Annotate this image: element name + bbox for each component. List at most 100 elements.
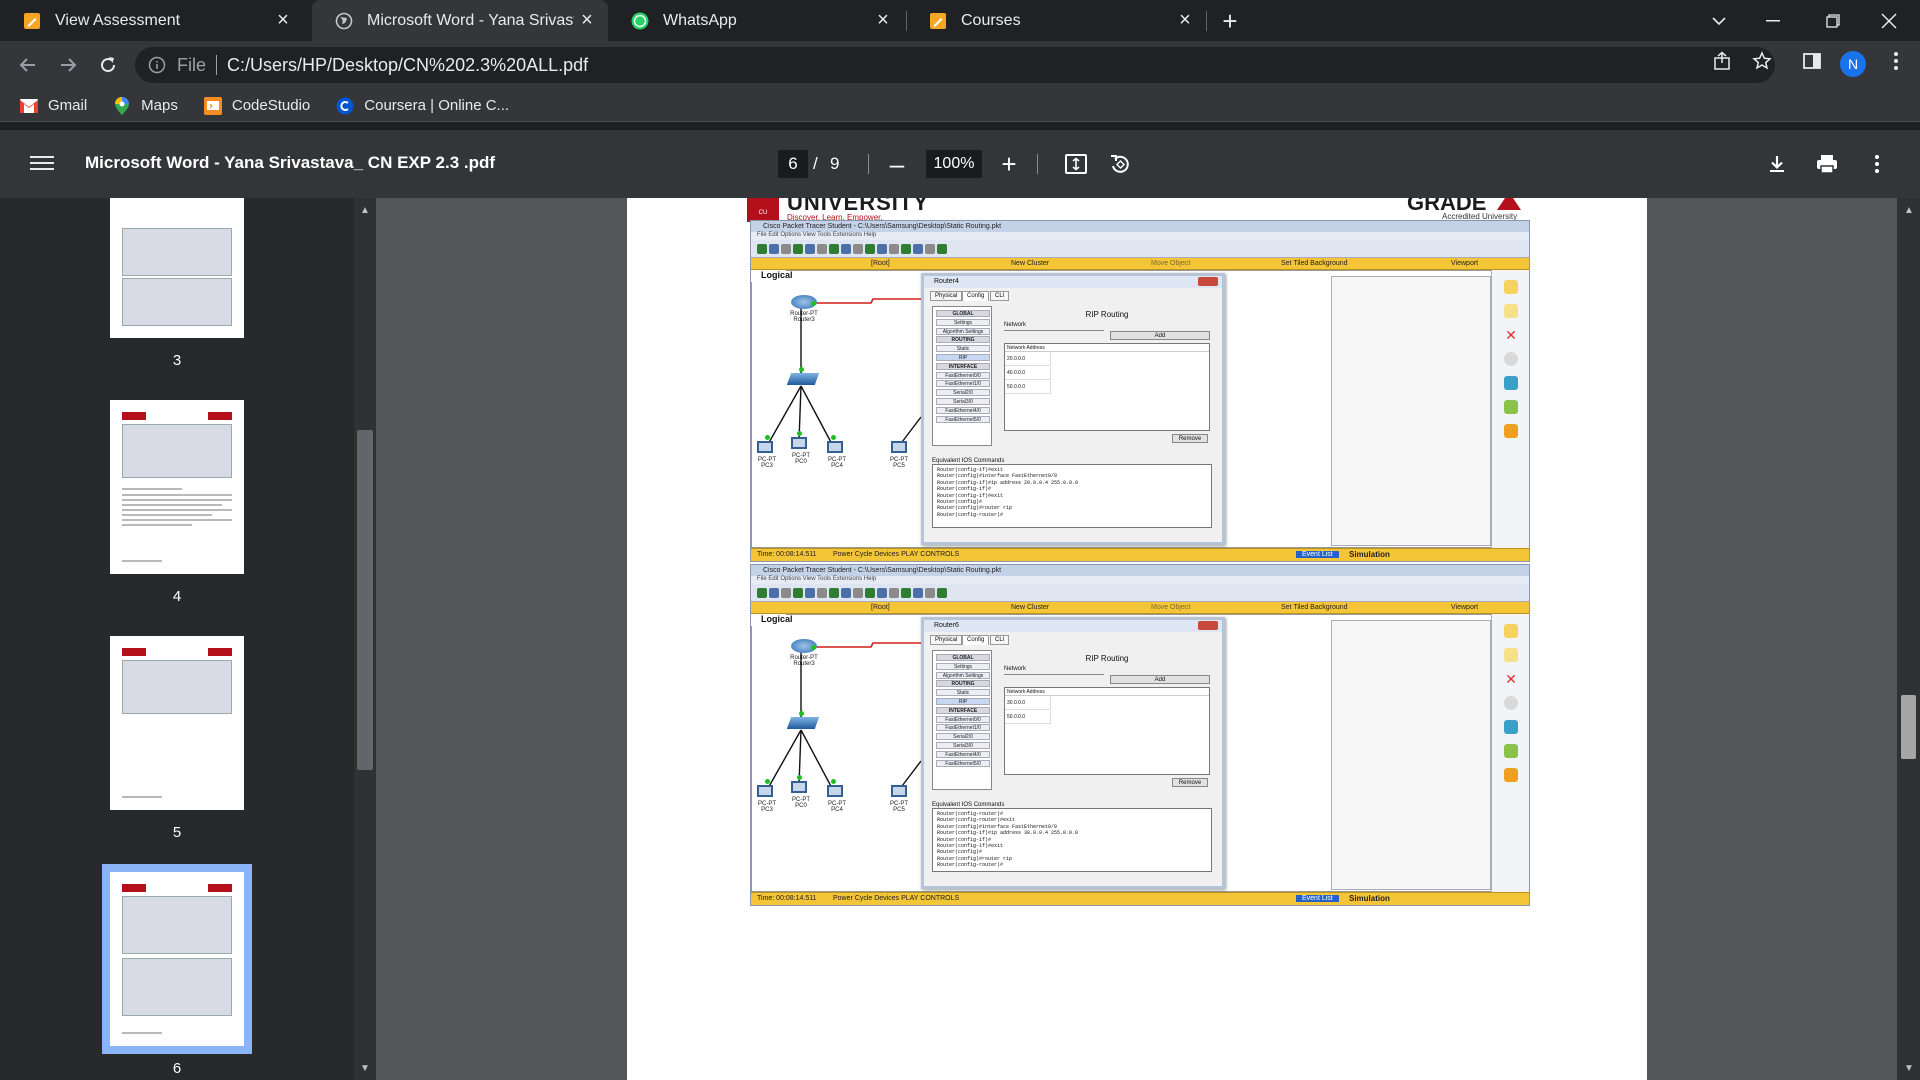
remove-button[interactable]: Remove (1172, 778, 1208, 787)
address-bar[interactable]: File C:/Users/HP/Desktop/CN%202.3%20ALL.… (135, 47, 1775, 83)
pdf-viewer[interactable]: CU UNIVERSITY Discover. Learn. Empower. … (376, 198, 1897, 1080)
zoom-level-input[interactable]: 100% (926, 150, 982, 178)
rotate-icon[interactable] (1106, 150, 1134, 178)
config-menu-item[interactable]: FastEthernet5/0 (936, 415, 990, 423)
config-menu-item[interactable]: Settings (936, 662, 990, 670)
config-menu-item[interactable]: FastEthernet4/0 (936, 750, 990, 758)
dialog-close-button[interactable] (1198, 621, 1218, 630)
print-icon[interactable] (1813, 150, 1841, 178)
config-menu-item[interactable]: INTERFACE (936, 362, 990, 370)
download-icon[interactable] (1763, 150, 1791, 178)
tab-courses[interactable]: Courses × (906, 0, 1206, 41)
restore-button[interactable] (1810, 0, 1856, 41)
bookmark-coursera[interactable]: Coursera | Online C... (336, 97, 509, 115)
tab-search-button[interactable] (1696, 0, 1742, 41)
config-menu-item[interactable]: FastEthernet1/0 (936, 724, 990, 732)
add-button[interactable]: Add (1110, 675, 1210, 684)
tab-cli[interactable]: CLI (990, 635, 1010, 645)
config-menu-item[interactable]: FastEthernet4/0 (936, 406, 990, 414)
config-menu-item[interactable]: GLOBAL (936, 310, 990, 317)
viewer-scroll-down-arrow[interactable]: ▼ (1898, 1060, 1920, 1076)
bookmark-codestudio[interactable]: CodeStudio (203, 96, 310, 115)
tab-view-assessment[interactable]: View Assessment × (0, 0, 304, 41)
config-menu-item[interactable]: Serial2/0 (936, 733, 990, 741)
config-menu-item[interactable]: GLOBAL (936, 654, 990, 661)
close-icon[interactable]: × (574, 8, 600, 34)
window-close-button[interactable] (1866, 0, 1912, 41)
tab-physical[interactable]: Physical (930, 635, 963, 645)
config-menu-item[interactable]: Serial3/0 (936, 742, 990, 749)
thumbnail-page-4[interactable] (110, 400, 244, 574)
info-icon[interactable] (147, 55, 167, 75)
thumbnail-page-3[interactable] (110, 198, 244, 338)
config-menu-item[interactable]: ROUTING (936, 680, 990, 688)
config-menu-item[interactable]: FastEthernet0/0 (936, 371, 990, 379)
bookmark-gmail[interactable]: Gmail (20, 97, 87, 115)
url-text[interactable]: C:/Users/HP/Desktop/CN%202.3%20ALL.pdf (227, 55, 588, 76)
add-button[interactable]: Add (1110, 331, 1210, 340)
config-menu-item[interactable]: INTERFACE (936, 706, 990, 714)
config-menu-item[interactable]: Settings (936, 318, 990, 326)
new-tab-button[interactable]: + (1216, 6, 1244, 36)
viewer-scroll-up-arrow[interactable]: ▲ (1898, 202, 1920, 218)
fit-page-icon[interactable] (1062, 150, 1090, 178)
remove-button[interactable]: Remove (1172, 434, 1208, 443)
page-number-input[interactable]: 6 (778, 150, 808, 178)
reload-button[interactable] (92, 49, 124, 81)
back-button[interactable] (12, 49, 44, 81)
tab-whatsapp[interactable]: WhatsApp × (608, 0, 904, 41)
sidebar-scroll-thumb[interactable] (357, 430, 373, 770)
tab-config[interactable]: Config (962, 291, 990, 301)
config-menu-item[interactable]: RIP (936, 354, 990, 361)
tab-microsoft-word[interactable]: Microsoft Word - Yana Srivastava × (312, 0, 608, 41)
router-config-dialog[interactable]: Router6 Physical Config CLI GLOBAL Settin… (921, 617, 1225, 889)
config-menu-item[interactable]: Serial3/0 (936, 398, 990, 405)
tab-config[interactable]: Config (962, 635, 990, 645)
config-menu-item[interactable]: Algorithm Settings (936, 327, 990, 335)
bookmark-maps[interactable]: Maps (113, 96, 178, 115)
viewer-scrollbar[interactable] (1897, 198, 1920, 1080)
network-input[interactable] (1004, 330, 1104, 331)
config-menu-item[interactable]: Serial2/0 (936, 389, 990, 397)
tab-cli[interactable]: CLI (990, 291, 1010, 301)
tab-physical[interactable]: Physical (930, 291, 963, 301)
viewer-scroll-thumb[interactable] (1901, 695, 1916, 759)
minimize-button[interactable] (1750, 0, 1796, 41)
zoom-out-button[interactable]: – (883, 149, 911, 179)
config-menu-item[interactable]: Algorithm Settings (936, 671, 990, 679)
browser-menu-icon[interactable] (1884, 49, 1908, 73)
pc-label: PC-PT PC0 (792, 797, 810, 809)
forward-button[interactable] (52, 49, 84, 81)
network-row[interactable]: 30.0.0.0 (1005, 697, 1051, 710)
network-input[interactable] (1004, 674, 1104, 675)
side-panel-icon[interactable] (1800, 49, 1824, 73)
thumbnail-page-6[interactable] (102, 864, 252, 1054)
config-menu-item[interactable]: Static (936, 345, 990, 353)
close-icon[interactable]: × (270, 8, 296, 34)
network-row[interactable]: 50.0.0.0 (1005, 711, 1051, 724)
close-icon[interactable]: × (870, 8, 896, 34)
config-menu-item[interactable]: FastEthernet1/0 (936, 380, 990, 388)
network-row[interactable]: 50.0.0.0 (1005, 381, 1051, 394)
profile-avatar[interactable]: N (1840, 51, 1866, 77)
config-menu-item[interactable]: Static (936, 689, 990, 697)
network-row[interactable]: 40.0.0.0 (1005, 367, 1051, 380)
more-options-icon[interactable] (1863, 150, 1891, 178)
router-config-dialog[interactable]: Router4 Physical Config CLI GLOBAL Settin… (921, 273, 1225, 545)
menu-icon[interactable] (30, 152, 54, 176)
pc-label: PC-PT PC5 (890, 457, 908, 469)
thumbnail-page-5[interactable] (110, 636, 244, 810)
scroll-up-arrow[interactable]: ▲ (354, 202, 376, 218)
router-label: Router-PT Router3 (790, 655, 818, 667)
config-menu-item[interactable]: FastEthernet0/0 (936, 715, 990, 723)
scroll-down-arrow[interactable]: ▼ (354, 1060, 376, 1076)
close-icon[interactable]: × (1172, 8, 1198, 34)
dialog-close-button[interactable] (1198, 277, 1218, 286)
config-menu-item[interactable]: FastEthernet5/0 (936, 759, 990, 767)
network-row[interactable]: 20.0.0.0 (1005, 353, 1051, 366)
share-icon[interactable] (1710, 49, 1734, 73)
zoom-in-button[interactable]: + (995, 149, 1023, 179)
bookmark-star-icon[interactable] (1750, 49, 1774, 73)
config-menu-item[interactable]: ROUTING (936, 336, 990, 344)
config-menu-item[interactable]: RIP (936, 698, 990, 705)
